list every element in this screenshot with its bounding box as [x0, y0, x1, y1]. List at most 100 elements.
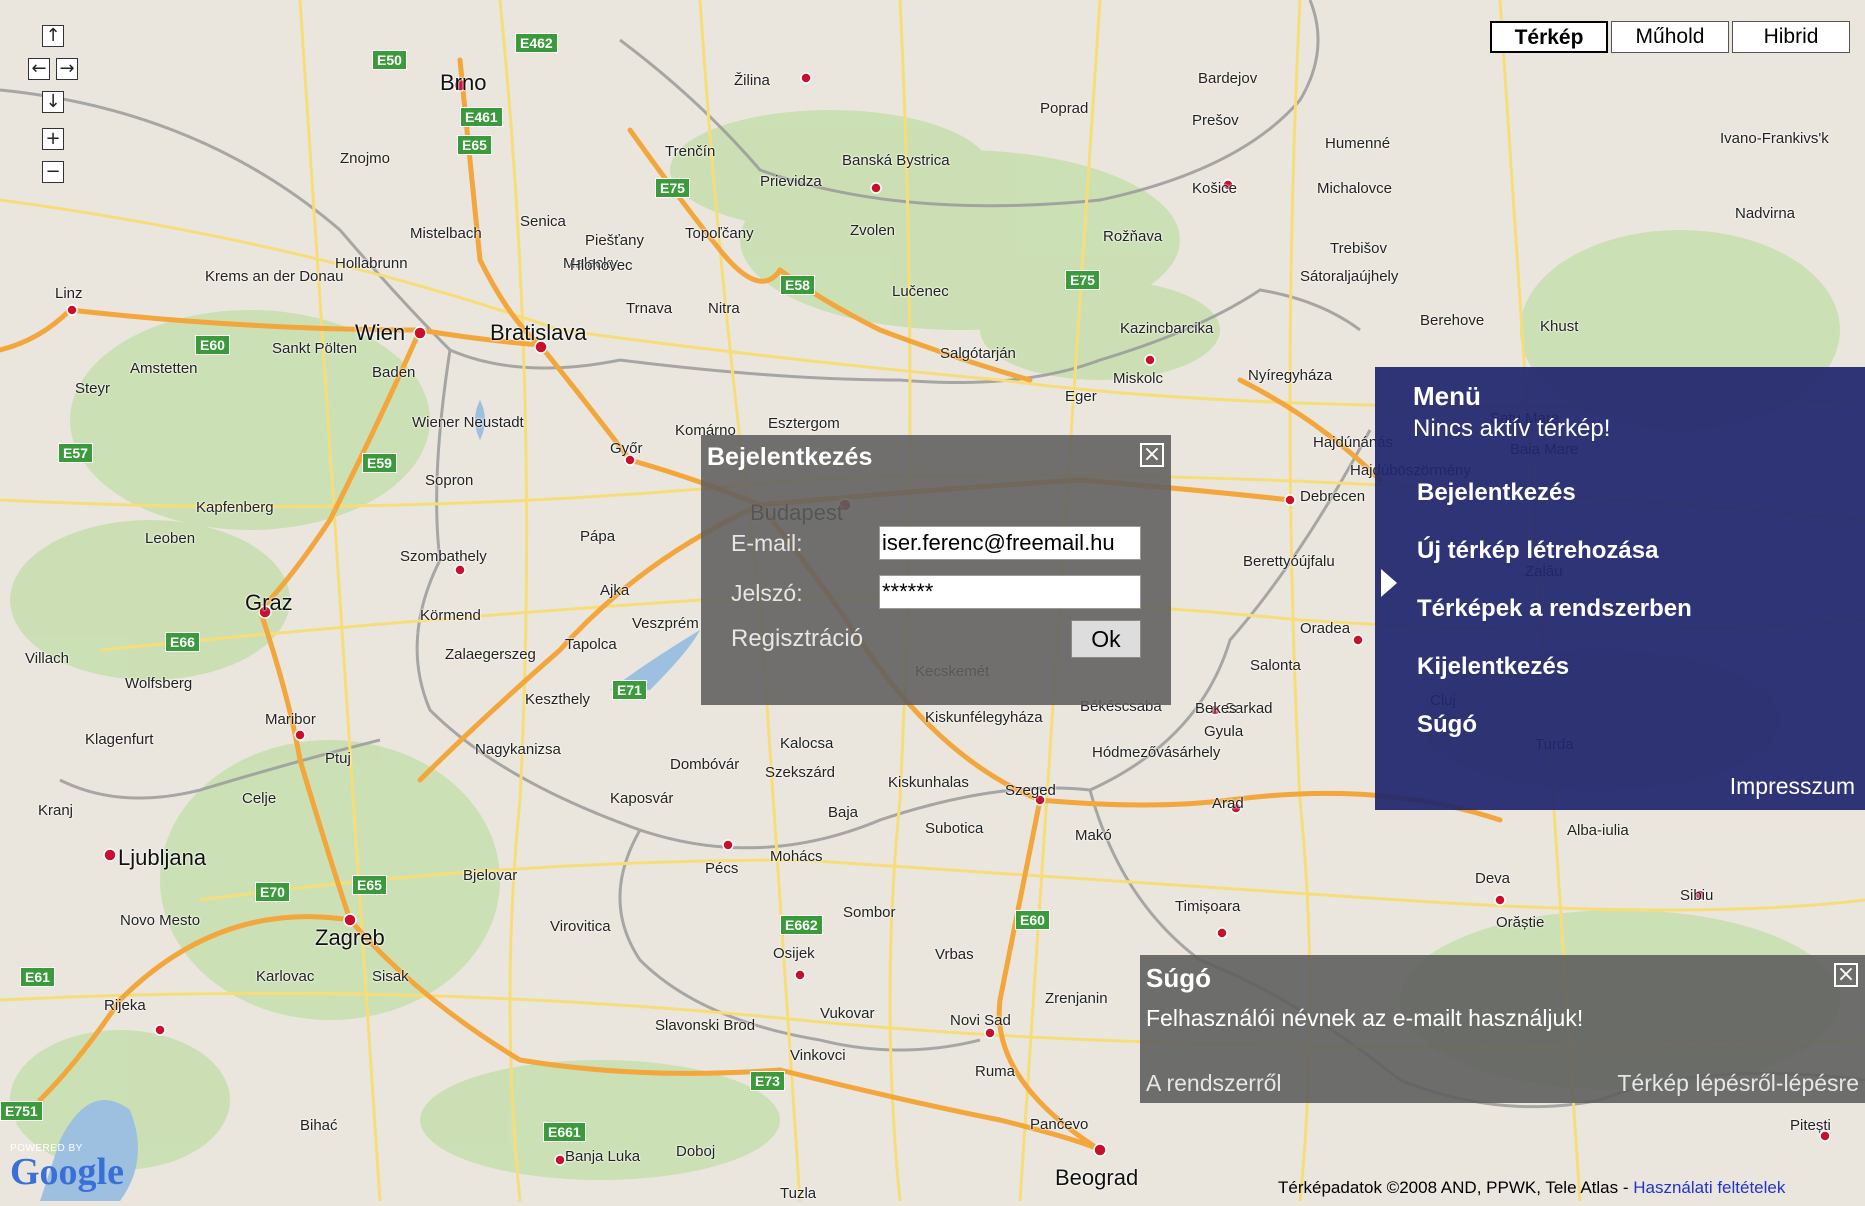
close-icon[interactable]: × — [1834, 963, 1858, 987]
menu-item-maps[interactable]: Térképek a rendszerben — [1417, 595, 1692, 623]
city-label: Villach — [25, 650, 69, 667]
menu-item-login[interactable]: Bejelentkezés — [1417, 479, 1576, 507]
motorway-badge: E58 — [780, 275, 815, 295]
city-label: Znojmo — [340, 150, 391, 167]
city-label: Prievidza — [760, 173, 822, 190]
email-field[interactable] — [879, 526, 1141, 560]
city-label: Zvolen — [850, 222, 896, 239]
zoom-in-button[interactable]: + — [42, 128, 64, 150]
city-label: Nitra — [708, 300, 740, 317]
city-label: Trenčín — [665, 143, 716, 160]
city-label: Lučenec — [892, 283, 949, 300]
password-label: Jelszó: — [731, 580, 803, 606]
map-copyright: Térképadatok ©2008 AND, PPWK, Tele Atlas… — [1278, 1178, 1785, 1198]
city-label: Slavonski Brod — [655, 1017, 756, 1034]
city-label: Novo Mesto — [120, 912, 201, 929]
pan-up-button[interactable]: ↑ — [42, 25, 64, 47]
city-label: Alba-iulia — [1567, 822, 1629, 839]
motorway-badge: E461 — [460, 107, 503, 127]
pan-left-button[interactable]: ← — [28, 58, 50, 80]
city-label: Topoľčany — [685, 225, 754, 242]
city-label: Esztergom — [768, 415, 840, 432]
city-label: Celje — [242, 790, 277, 807]
city-label: Berehove — [1420, 312, 1485, 329]
motorway-badge: E59 — [362, 453, 397, 473]
help-text: Felhasználói névnek az e-mailt használju… — [1146, 1005, 1584, 1031]
city-label: Maribor — [265, 711, 316, 728]
city-label: Baden — [372, 364, 416, 381]
motorway-badge: E75 — [1065, 270, 1100, 290]
city-label: Piešťany — [585, 232, 644, 249]
impressum-link[interactable]: Impresszum — [1730, 773, 1855, 800]
pan-down-button[interactable]: ↓ — [42, 91, 64, 113]
menu-arrow-icon — [1381, 569, 1397, 597]
motorway-badge: E661 — [543, 1122, 586, 1142]
menu-item-help[interactable]: Súgó — [1417, 711, 1477, 739]
city-label: Poprad — [1040, 100, 1089, 117]
city-label: Kalocsa — [780, 735, 834, 752]
city-label: Vrbas — [935, 946, 974, 963]
city-label: Bardejov — [1198, 70, 1258, 87]
city-label: Sopron — [425, 472, 474, 489]
city-label: Pančevo — [1030, 1116, 1089, 1133]
copyright-text: Térképadatok ©2008 AND, PPWK, Tele Atlas… — [1278, 1178, 1634, 1197]
city-label: Kiskunfélegyháza — [925, 709, 1043, 726]
pan-right-button[interactable]: → — [56, 58, 78, 80]
city-label: Berettyóújfalu — [1243, 553, 1335, 570]
city-label: Zagreb — [315, 925, 385, 950]
city-label: Dombóvár — [670, 756, 740, 773]
city-label: Miskolc — [1113, 370, 1164, 387]
city-label: Mohács — [770, 848, 823, 865]
city-label: Košice — [1192, 180, 1238, 197]
city-label: Salonta — [1250, 657, 1301, 674]
city-label: Sisak — [372, 968, 409, 985]
city-label: Hollabrunn — [335, 255, 408, 272]
city-label: Virovitica — [550, 918, 611, 935]
city-label: Körmend — [420, 607, 481, 624]
city-label: Veszprém — [632, 615, 699, 632]
city-label: Ivano-Frankivs'k — [1720, 130, 1829, 147]
city-label: Deva — [1475, 870, 1511, 887]
map-type-hybrid-button[interactable]: Hibrid — [1732, 21, 1850, 53]
motorway-badge: E751 — [0, 1101, 43, 1121]
city-label: Debrecen — [1300, 488, 1366, 505]
register-link[interactable]: Regisztráció — [731, 625, 863, 653]
city-label: Vukovar — [820, 1005, 875, 1022]
city-label: Klagenfurt — [85, 731, 154, 748]
motorway-badge: E70 — [255, 882, 290, 902]
city-label: Subotica — [925, 820, 984, 837]
password-field[interactable] — [879, 575, 1141, 609]
about-system-link[interactable]: A rendszerről — [1146, 1070, 1282, 1097]
city-label: Baja — [828, 804, 859, 821]
city-label: Bratislava — [490, 320, 587, 345]
city-label: Pécs — [705, 860, 739, 877]
city-label: Kranj — [38, 802, 74, 819]
email-label: E-mail: — [731, 530, 803, 556]
map-type-satellite-button[interactable]: Műhold — [1611, 21, 1729, 53]
menu-item-new-map[interactable]: Új térkép létrehozása — [1417, 537, 1658, 565]
city-label: Ljubljana — [118, 845, 207, 870]
google-logo[interactable]: POWERED BY Google — [10, 1143, 124, 1193]
city-label: Szekszárd — [765, 764, 836, 781]
map-type-map-button[interactable]: Térkép — [1490, 21, 1608, 53]
motorway-badge: E65 — [457, 135, 492, 155]
terms-link[interactable]: Használati feltételek — [1633, 1178, 1785, 1197]
city-label: Arad — [1212, 795, 1244, 812]
city-label: Kaposvár — [610, 790, 674, 807]
city-label: Kiskunhalas — [888, 774, 969, 791]
city-label: Ptuj — [325, 750, 351, 767]
zoom-out-button[interactable]: − — [42, 161, 64, 183]
city-label: Nagykanizsa — [475, 741, 561, 758]
city-label: Ruma — [975, 1063, 1016, 1080]
city-label: Wolfsberg — [125, 675, 193, 692]
city-label: Ajka — [600, 582, 630, 599]
motorway-badge: E73 — [750, 1071, 785, 1091]
city-label: Graz — [245, 590, 293, 615]
google-wordmark: Google — [10, 1151, 124, 1193]
menu-item-logout[interactable]: Kijelentkezés — [1417, 653, 1569, 681]
close-icon[interactable]: × — [1140, 443, 1164, 467]
map-step-by-step-link[interactable]: Térkép lépésről-lépésre — [1617, 1070, 1859, 1097]
city-label: Hlohovec — [570, 257, 633, 274]
city-label: Michalovce — [1317, 180, 1393, 197]
ok-button[interactable]: Ok — [1071, 620, 1141, 658]
